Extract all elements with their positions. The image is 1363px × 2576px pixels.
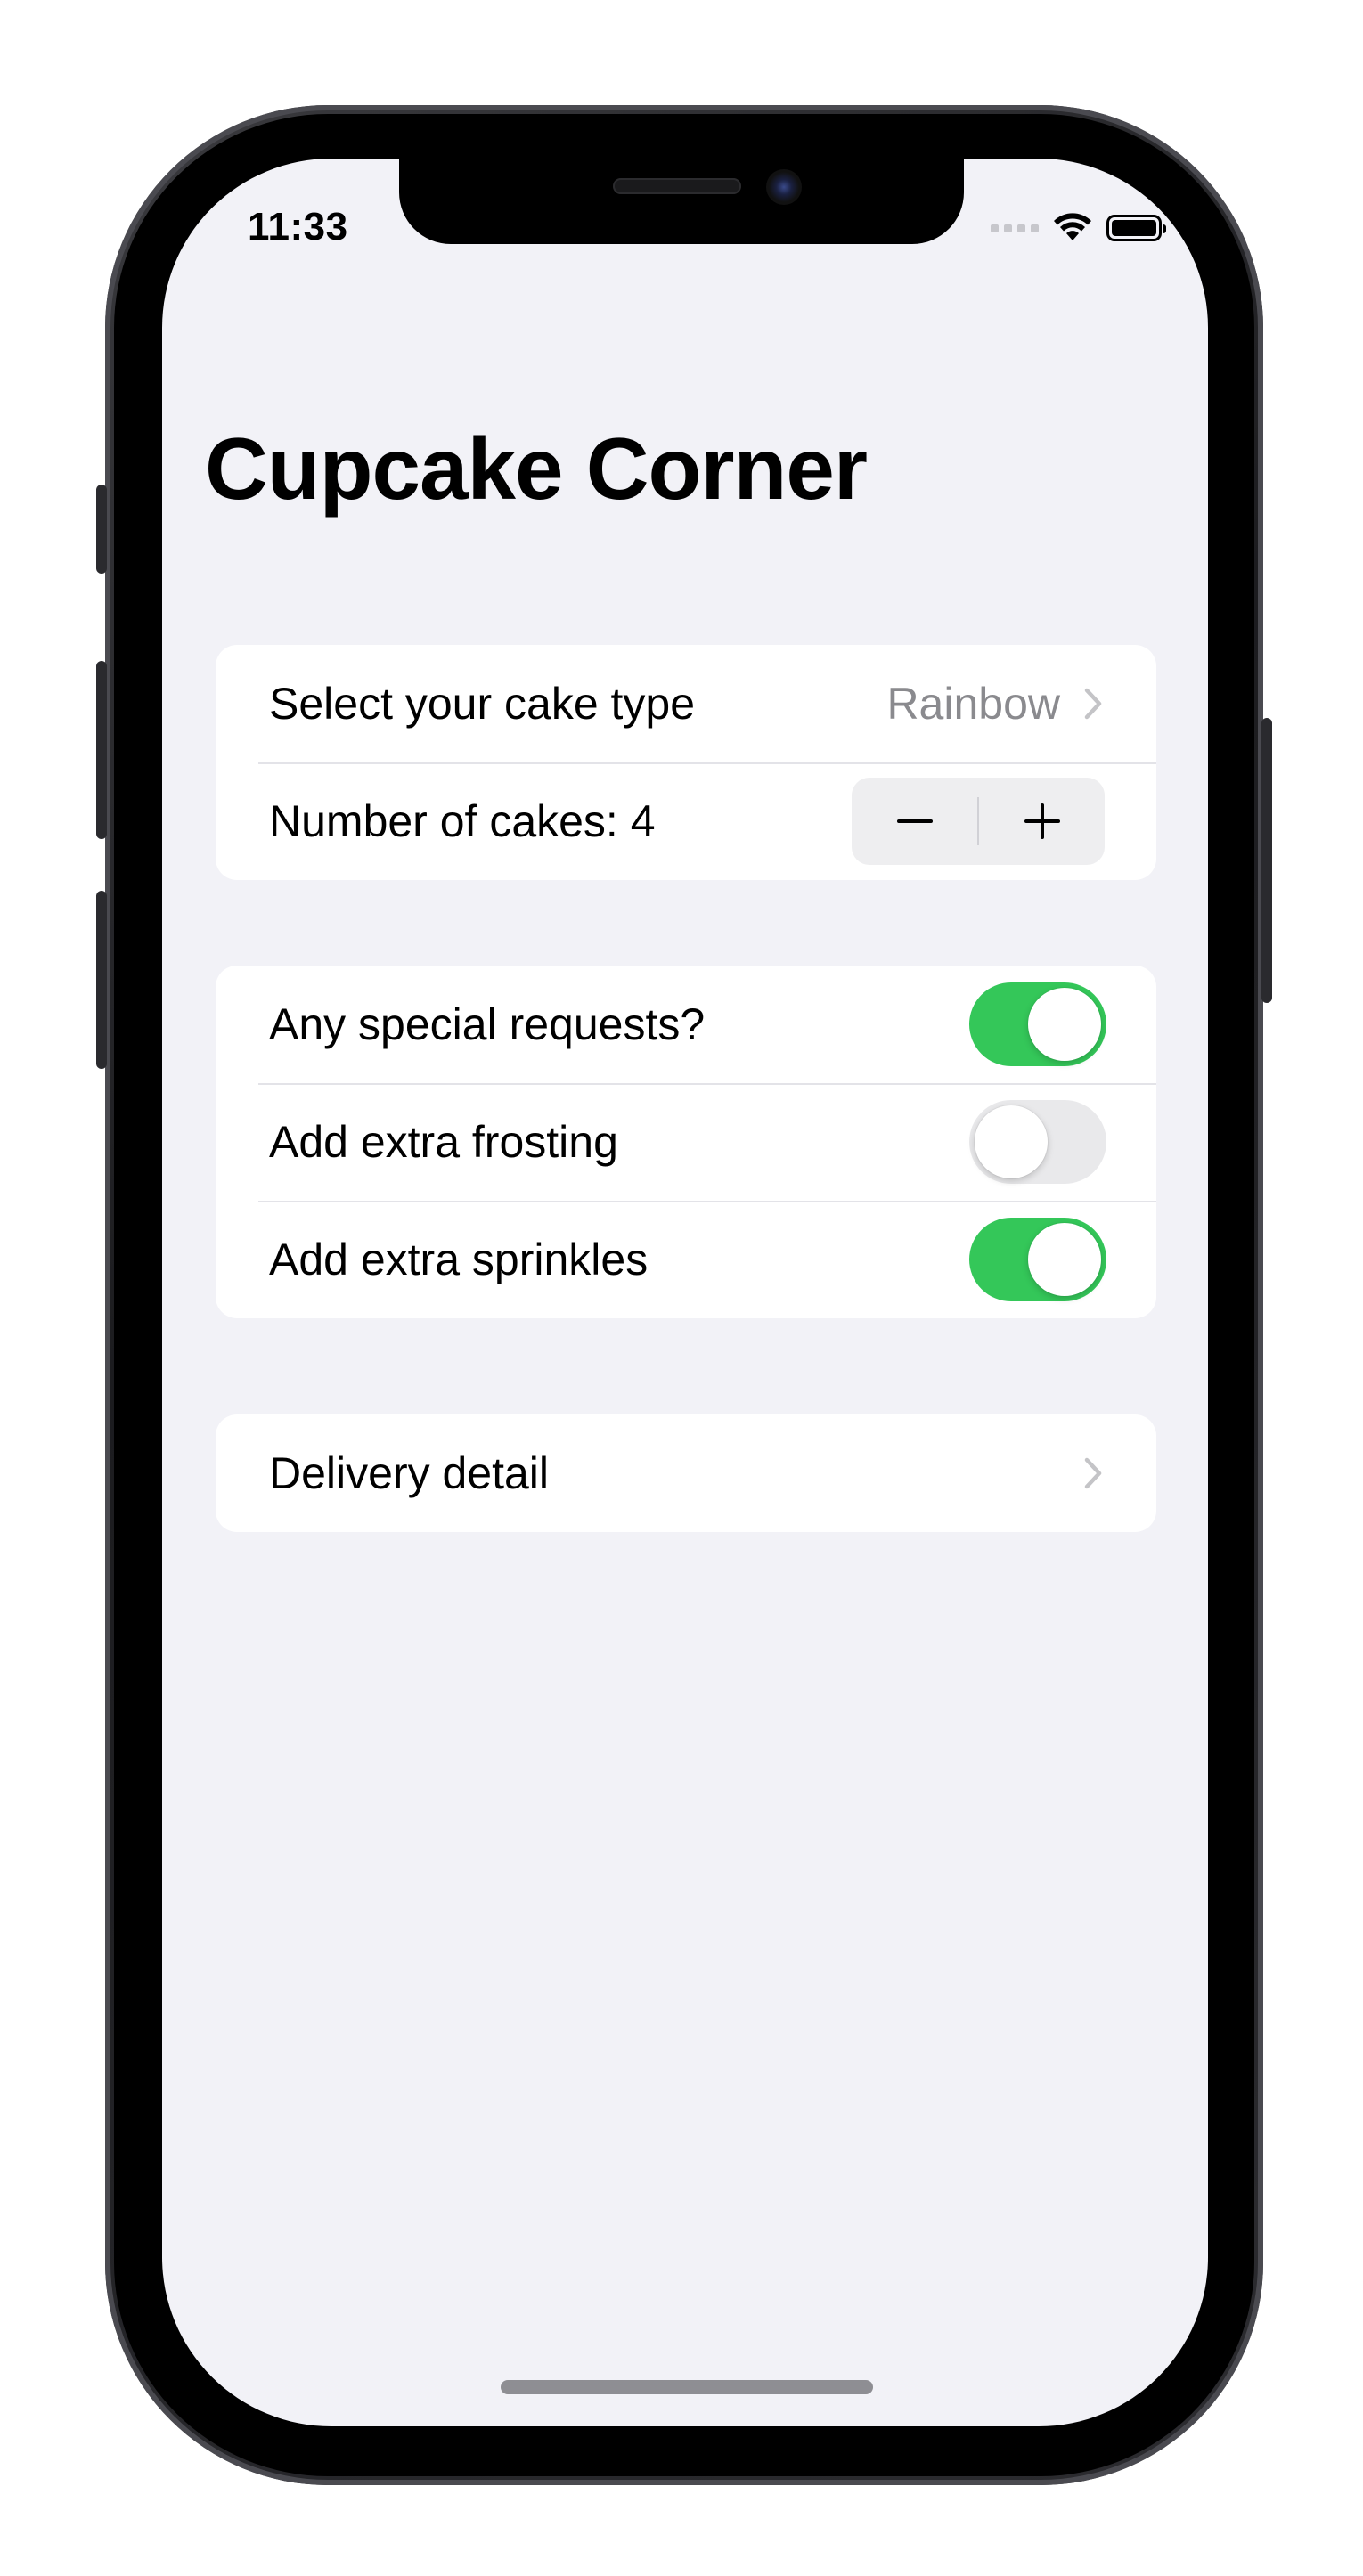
plus-icon: [1024, 803, 1060, 839]
toggle-knob: [1028, 1223, 1101, 1296]
volume-up-button: [96, 661, 107, 839]
wifi-icon: [1054, 213, 1091, 240]
page-title: Cupcake Corner: [205, 420, 868, 518]
cake-section: Select your cake type Rainbow Number of …: [216, 645, 1156, 880]
delivery-section: Delivery detail: [216, 1414, 1156, 1532]
minus-icon: [896, 819, 933, 823]
special-requests-toggle[interactable]: [969, 982, 1106, 1066]
notch: [399, 159, 964, 244]
screen: 11:33 Cupcake Corner Select your cake ty…: [162, 159, 1208, 2426]
cake-quantity-label: Number of cakes: 4: [269, 796, 656, 846]
extra-frosting-toggle[interactable]: [969, 1100, 1106, 1184]
cake-type-picker[interactable]: Select your cake type Rainbow: [216, 645, 1156, 762]
volume-down-button: [96, 891, 107, 1069]
status-indicators: [991, 207, 1166, 249]
extra-frosting-row: Add extra frosting: [216, 1083, 1156, 1201]
extra-sprinkles-row: Add extra sprinkles: [216, 1201, 1156, 1318]
toggle-knob: [975, 1105, 1048, 1178]
status-time: 11:33: [248, 205, 348, 249]
front-camera: [766, 169, 802, 205]
cake-type-value: Rainbow: [886, 679, 1060, 729]
special-requests-row: Any special requests?: [216, 966, 1156, 1083]
battery-icon: [1106, 215, 1166, 241]
delivery-detail-label: Delivery detail: [269, 1448, 550, 1498]
extra-sprinkles-toggle[interactable]: [969, 1218, 1106, 1301]
power-button: [1261, 718, 1272, 1003]
special-requests-label: Any special requests?: [269, 999, 706, 1049]
home-indicator[interactable]: [501, 2380, 873, 2394]
cellular-signal-icon: [991, 224, 1039, 232]
quantity-stepper[interactable]: [852, 778, 1105, 865]
speaker: [613, 178, 741, 194]
delivery-detail-link[interactable]: Delivery detail: [216, 1414, 1156, 1532]
extra-sprinkles-label: Add extra sprinkles: [269, 1235, 649, 1284]
cake-type-label: Select your cake type: [269, 679, 696, 729]
increment-button[interactable]: [979, 778, 1105, 865]
special-requests-section: Any special requests? Add extra frosting…: [216, 966, 1156, 1318]
extra-frosting-label: Add extra frosting: [269, 1117, 618, 1167]
cake-quantity-row: Number of cakes: 4: [216, 762, 1156, 880]
chevron-right-icon: [1084, 688, 1102, 720]
toggle-knob: [1028, 988, 1101, 1061]
chevron-right-icon: [1084, 1457, 1102, 1489]
decrement-button[interactable]: [852, 778, 977, 865]
silent-switch: [96, 485, 107, 574]
